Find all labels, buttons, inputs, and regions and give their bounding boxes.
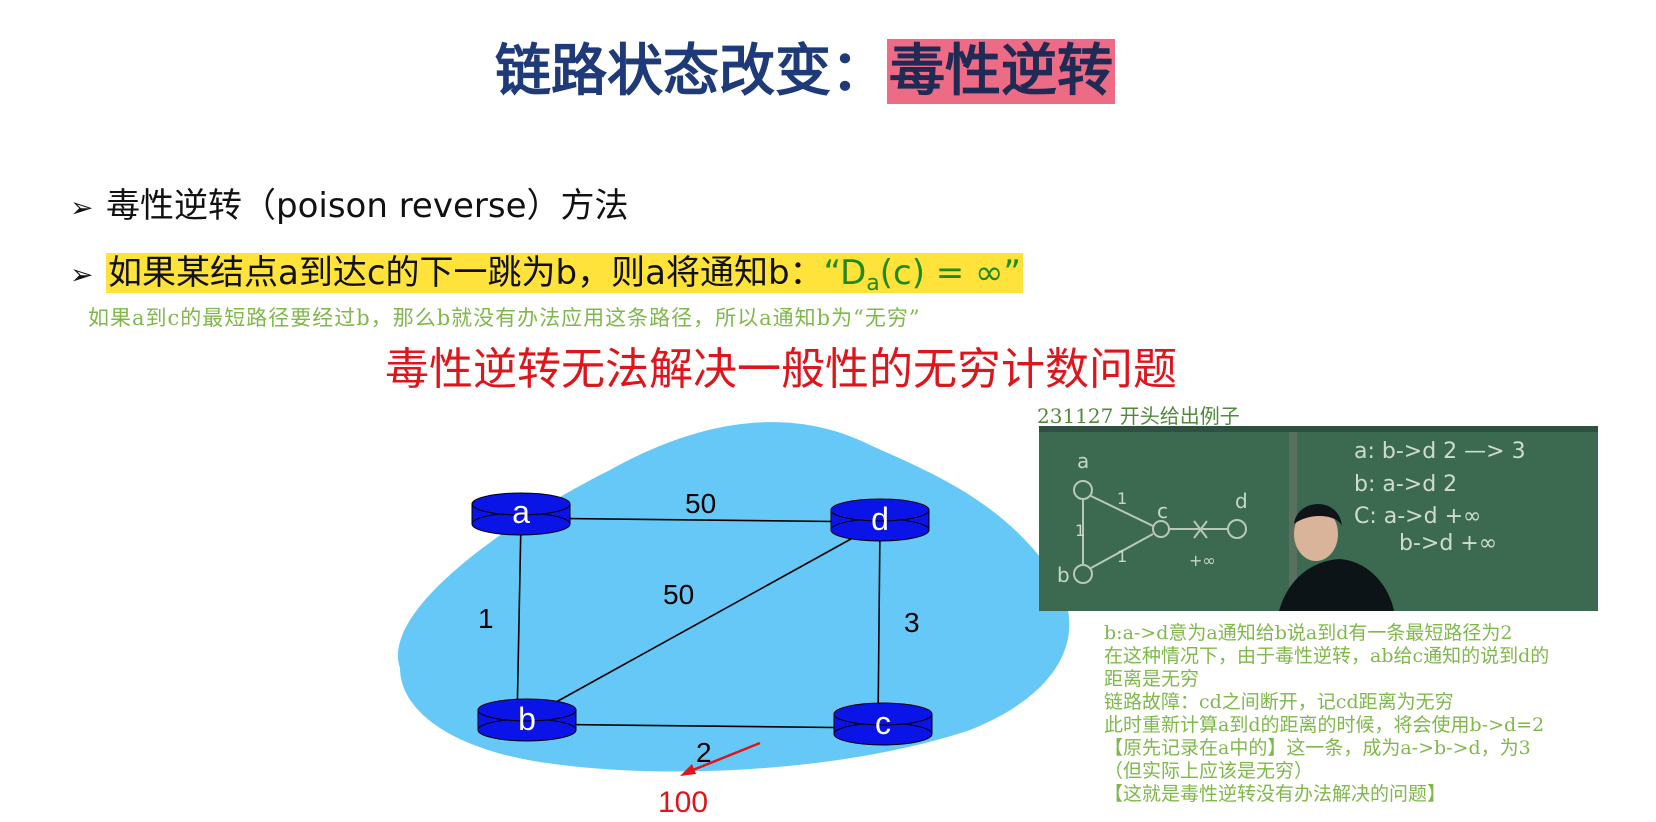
side-note-line: b:a->d意为a通知给b说a到d有一条最短路径为2 xyxy=(1104,622,1513,644)
router-b: b xyxy=(477,698,577,742)
formula-sub: a xyxy=(866,271,880,296)
cost-b-d: 50 xyxy=(663,579,694,610)
router-label-d: d xyxy=(871,501,889,537)
cost-b-c-new: 100 xyxy=(658,786,708,819)
router-label-c: c xyxy=(875,705,891,741)
lecture-video-frame: a b c d 1 1 1 +∞ a: b->d 2 —> 3 b: a->d … xyxy=(1039,426,1598,611)
router-d: d xyxy=(830,498,930,542)
blackboard-image: a b c d 1 1 1 +∞ a: b->d 2 —> 3 b: a->d … xyxy=(1039,426,1598,611)
side-note-line: （但实际上应该是无穷） xyxy=(1104,760,1314,782)
bullet-rule-highlight: 如果某结点a到达c的下一跳为b，则a将通知b：“Da(c) = ∞” xyxy=(106,253,1024,296)
bullet-rule: ➢ 如果某结点a到达c的下一跳为b，则a将通知b：“Da(c) = ∞” xyxy=(70,250,1024,307)
board-label-b: b xyxy=(1057,563,1070,587)
cost-d-c: 3 xyxy=(904,607,920,638)
board-label-a: a xyxy=(1077,449,1089,473)
router-label-b: b xyxy=(518,701,536,737)
bullet-rule-text: 如果某结点a到达c的下一跳为b，则a将通知b： xyxy=(108,253,824,293)
router-a: a xyxy=(471,492,571,536)
bullet-text: 毒性逆转（poison reverse）方法 xyxy=(106,186,629,226)
router-label-a: a xyxy=(512,494,530,530)
title-main: 链路状态改变： xyxy=(495,39,887,104)
board-label-c: c xyxy=(1157,499,1168,523)
annotation-note: 如果a到c的最短路径要经过b，那么b就没有办法应用这条路径，所以a通知b为“无穷… xyxy=(88,306,921,330)
side-note-line: 【这就是毒性逆转没有办法解决的问题】 xyxy=(1104,783,1447,805)
formula-pre: “D xyxy=(823,253,867,293)
board-line-4: b->d +∞ xyxy=(1399,531,1497,556)
side-note-line: 链路故障：cd之间断开，记cd距离为无穷 xyxy=(1104,691,1454,713)
video-caption: 231127 开头给出例子 xyxy=(1037,404,1240,428)
side-notes: b:a->d意为a通知给b说a到d有一条最短路径为2 在这种情况下，由于毒性逆转… xyxy=(1104,622,1549,806)
title-highlight: 毒性逆转 xyxy=(887,39,1115,104)
board-label-1b: 1 xyxy=(1075,521,1085,540)
board-line-2: b: a->d 2 xyxy=(1354,472,1457,497)
bullet-arrow-icon: ➢ xyxy=(70,258,94,291)
side-note-line: 在这种情况下，由于毒性逆转，ab给c通知的说到d的 xyxy=(1104,645,1550,667)
cost-a-d: 50 xyxy=(685,488,716,519)
slide-title: 链路状态改变：毒性逆转 xyxy=(495,38,1115,106)
warning-text: 毒性逆转无法解决一般性的无穷计数问题 xyxy=(385,344,1177,395)
bullet-arrow-icon: ➢ xyxy=(70,191,94,224)
board-label-inf: +∞ xyxy=(1189,551,1216,570)
bullet-rule-formula: “Da(c) = ∞” xyxy=(823,253,1022,296)
board-label-1a: 1 xyxy=(1117,489,1127,508)
side-note-line: 距离是无穷 xyxy=(1104,668,1200,690)
board-label-d: d xyxy=(1235,489,1248,513)
router-c: c xyxy=(833,702,933,746)
board-label-1c: 1 xyxy=(1117,547,1127,566)
network-diagram: 50 1 50 3 2 100 a d b c xyxy=(397,422,1070,819)
bullet-poison-reverse: ➢ 毒性逆转（poison reverse）方法 xyxy=(70,183,629,231)
side-note-line: 【原先记录在a中的】这一条，成为a->b->d，为3 xyxy=(1104,737,1531,759)
board-line-3: C: a->d +∞ xyxy=(1354,504,1481,529)
side-note-line: 此时重新计算a到d的距离的时候，将会使用b->d=2 xyxy=(1104,714,1545,736)
cost-a-b: 1 xyxy=(478,603,494,634)
formula-post: (c) = ∞” xyxy=(879,253,1022,293)
board-line-1: a: b->d 2 —> 3 xyxy=(1354,439,1526,464)
